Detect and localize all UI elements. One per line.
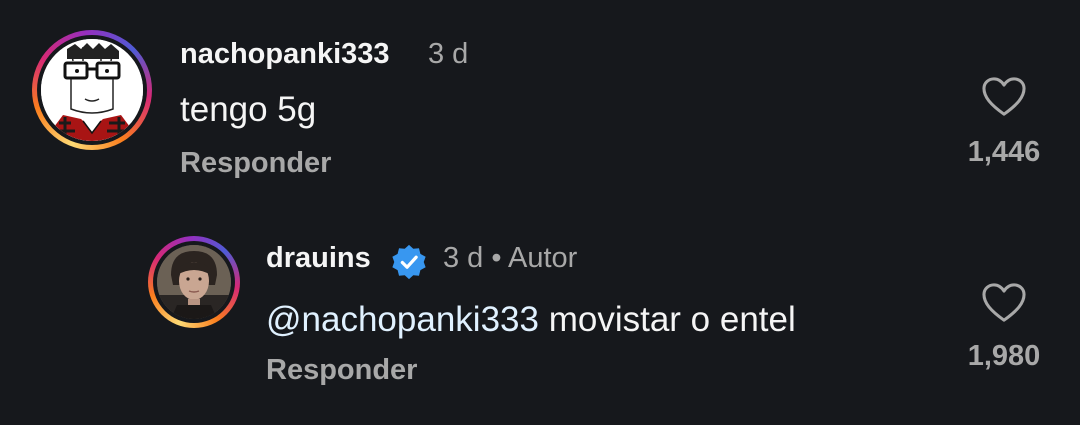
like-control: 1,980 bbox=[964, 282, 1044, 373]
like-count[interactable]: 1,980 bbox=[964, 340, 1044, 373]
profile-photo-icon bbox=[157, 245, 231, 319]
mention-link[interactable]: @nachopanki333 bbox=[266, 300, 539, 339]
avatar-story-ring[interactable] bbox=[148, 236, 240, 328]
avatar bbox=[157, 245, 231, 319]
comment-text: tengo 5g bbox=[180, 90, 317, 129]
avatar-story-ring[interactable] bbox=[32, 30, 152, 150]
cartoon-avatar-icon bbox=[41, 39, 143, 141]
comment-text-body: movistar o entel bbox=[538, 300, 796, 339]
comment-timestamp: 3 d bbox=[428, 38, 469, 70]
heart-icon[interactable] bbox=[981, 76, 1027, 118]
reply-button[interactable]: Responder bbox=[180, 147, 331, 180]
reply-button[interactable]: Responder bbox=[266, 354, 417, 387]
heart-icon[interactable] bbox=[981, 282, 1027, 324]
comment-text: @nachopanki333 movistar o entel bbox=[266, 300, 796, 340]
comment-username[interactable]: nachopanki333 bbox=[180, 38, 390, 71]
comment-timestamp: 3 d • Autor bbox=[443, 242, 578, 274]
comment: nachopanki333 3 d tengo 5g Responder 1,4… bbox=[0, 30, 1080, 190]
avatar bbox=[41, 39, 143, 141]
comment-reply: drauins 3 d • Autor @nachopanki333 movis… bbox=[0, 236, 1080, 386]
verified-badge-icon bbox=[392, 244, 426, 280]
comment-username[interactable]: drauins bbox=[266, 242, 371, 275]
like-control: 1,446 bbox=[964, 76, 1044, 169]
like-count[interactable]: 1,446 bbox=[964, 136, 1044, 169]
